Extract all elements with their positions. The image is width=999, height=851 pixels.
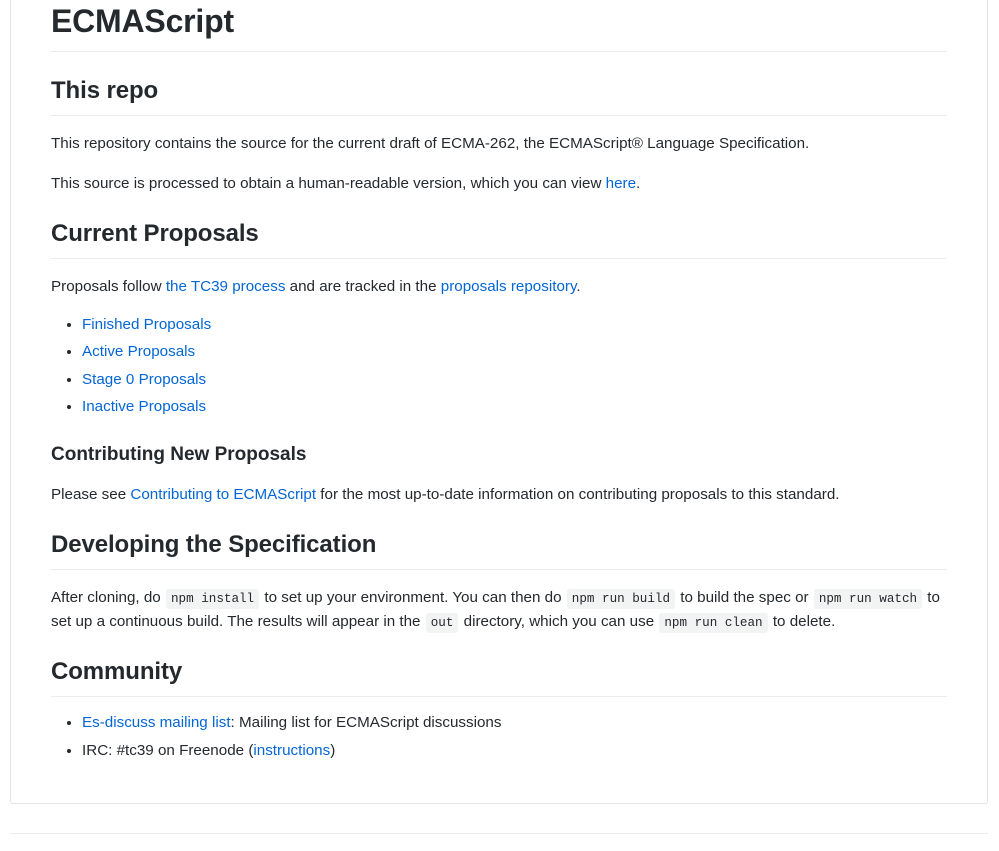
paragraph-proposals-intro: Proposals follow the TC39 process and ar… [51, 275, 947, 299]
contributing-tail: for the most up-to-date information on c… [316, 485, 840, 503]
link-active-proposals[interactable]: Active Proposals [82, 343, 195, 360]
developing-text-2: to set up your environment. You can then… [260, 589, 566, 607]
paragraph-contributing: Please see Contributing to ECMAScript fo… [51, 483, 947, 507]
code-npm-run-build: npm run build [566, 589, 676, 610]
link-irc-instructions[interactable]: instructions [253, 742, 330, 759]
link-es-discuss-mailing-list[interactable]: Es-discuss mailing list [82, 714, 231, 731]
code-npm-run-clean: npm run clean [659, 612, 768, 633]
link-proposals-repository[interactable]: proposals repository [441, 278, 577, 295]
developing-text-3: to build the spec or [676, 589, 813, 607]
paragraph-repo-description: This repository contains the source for … [51, 132, 947, 156]
list-item: Es-discuss mailing list: Mailing list fo… [82, 711, 947, 735]
irc-prefix: IRC: #tc39 on Freenode ( [82, 741, 254, 759]
readme-content: ECMAScript This repo This repository con… [11, 0, 987, 763]
repo-description-text: This repository contains the source for … [51, 135, 810, 152]
link-tc39-process[interactable]: the TC39 process [166, 278, 286, 295]
heading-developing-the-specification: Developing the Specification [51, 530, 947, 571]
proposals-list: Finished Proposals Active Proposals Stag… [51, 313, 947, 419]
link-finished-proposals[interactable]: Finished Proposals [82, 316, 211, 333]
heading-contributing-new-proposals: Contributing New Proposals [51, 443, 307, 465]
code-out: out [425, 612, 459, 633]
heading-current-proposals: Current Proposals [51, 219, 947, 260]
code-npm-install: npm install [165, 589, 260, 610]
proposals-intro-lead: Proposals follow [51, 278, 166, 296]
list-item: Active Proposals [82, 340, 947, 364]
list-item: Stage 0 Proposals [82, 368, 947, 392]
developing-text-6: to delete. [768, 612, 836, 630]
heading-community: Community [51, 657, 947, 698]
proposals-intro-tail: . [576, 278, 581, 296]
contributing-lead: Please see [51, 485, 131, 503]
footer-divider [10, 833, 988, 834]
list-item: IRC: #tc39 on Freenode (instructions) [82, 739, 947, 763]
link-contributing-to-ecmascript[interactable]: Contributing to ECMAScript [130, 486, 316, 503]
paragraph-repo-source: This source is processed to obtain a hum… [51, 172, 947, 196]
proposals-intro-middle: and are tracked in the [285, 278, 441, 296]
developing-text-5: directory, which you can use [459, 612, 659, 630]
link-stage-0-proposals[interactable]: Stage 0 Proposals [82, 371, 206, 388]
code-npm-run-watch: npm run watch [813, 589, 923, 610]
repo-source-text: This source is processed to obtain a hum… [51, 174, 606, 192]
heading-this-repo: This repo [51, 76, 947, 116]
repo-source-period: . [636, 174, 641, 192]
link-inactive-proposals[interactable]: Inactive Proposals [82, 398, 206, 415]
community-list: Es-discuss mailing list: Mailing list fo… [51, 711, 947, 762]
irc-suffix: ) [330, 741, 336, 759]
page-title: ECMAScript [51, 1, 947, 52]
list-item: Finished Proposals [82, 313, 947, 337]
link-here[interactable]: here [606, 175, 636, 192]
developing-text-1: After cloning, do [51, 589, 165, 607]
es-discuss-description: : Mailing list for ECMAScript discussion… [230, 714, 502, 732]
readme-container: ECMAScript This repo This repository con… [10, 0, 988, 804]
list-item: Inactive Proposals [82, 395, 947, 419]
paragraph-developing-instructions: After cloning, do npm install to set up … [51, 586, 947, 633]
